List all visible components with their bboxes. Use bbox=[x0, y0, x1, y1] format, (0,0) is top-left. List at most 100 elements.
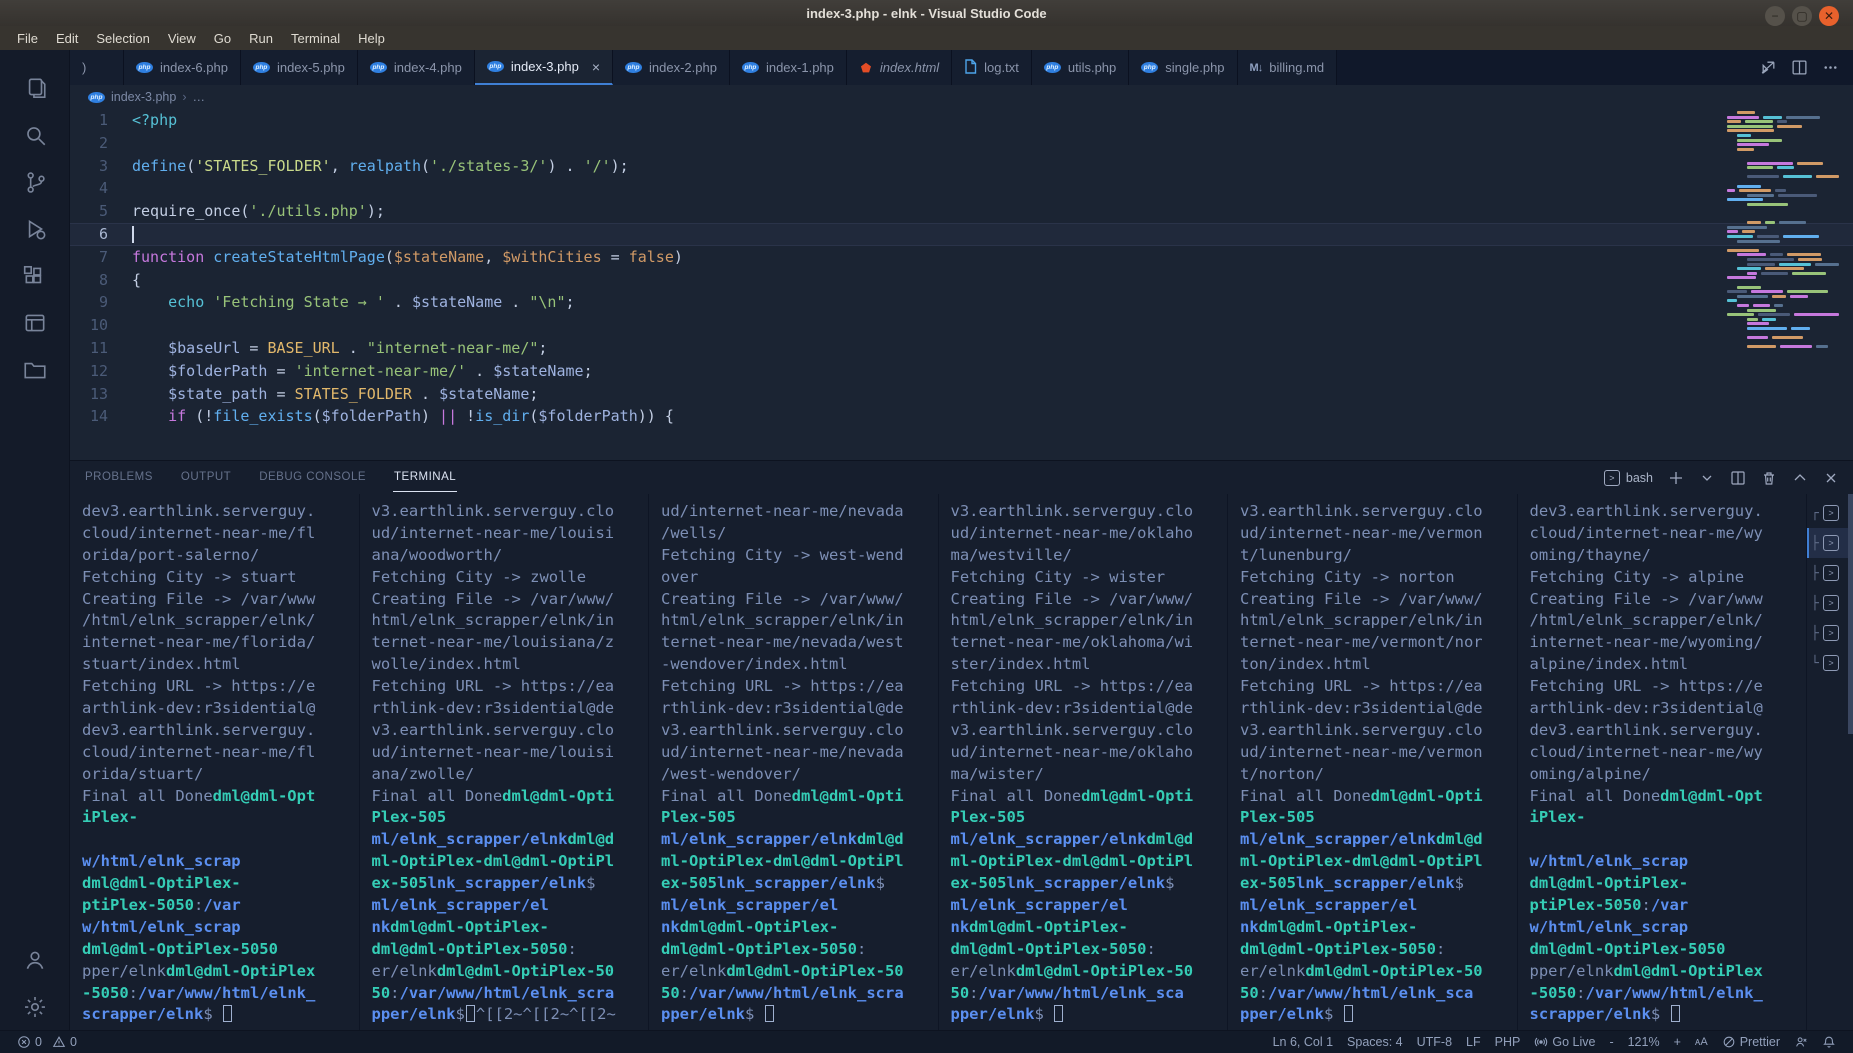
terminal-pane-4[interactable]: v3.earthlink.serverguy.cloud/internet-ne… bbox=[939, 494, 1229, 1030]
window-title: index-3.php - elnk - Visual Studio Code bbox=[806, 6, 1046, 21]
terminal-pane-3[interactable]: ud/internet-near-me/nevada/wells/Fetchin… bbox=[649, 494, 939, 1030]
problems-status[interactable]: 0 0 bbox=[10, 1031, 84, 1053]
minimize-button[interactable]: − bbox=[1765, 6, 1785, 26]
panel-header: PROBLEMS OUTPUT DEBUG CONSOLE TERMINAL > ba… bbox=[70, 461, 1853, 494]
tab-single.php[interactable]: phpsingle.php bbox=[1129, 50, 1237, 85]
status-feedback[interactable] bbox=[1787, 1035, 1815, 1049]
tab-index-6.php[interactable]: phpindex-6.php bbox=[124, 50, 241, 85]
panel-tab-debug-console[interactable]: DEBUG CONSOLE bbox=[258, 463, 367, 492]
tab-utils.php[interactable]: phputils.php bbox=[1032, 50, 1129, 85]
close-tab-icon[interactable]: × bbox=[592, 59, 600, 75]
account-icon[interactable] bbox=[12, 936, 58, 983]
text-cursor bbox=[132, 226, 134, 243]
new-terminal-icon[interactable] bbox=[1668, 470, 1684, 486]
tab-index.html[interactable]: ⬟index.html bbox=[847, 50, 952, 85]
menu-terminal[interactable]: Terminal bbox=[282, 28, 349, 49]
code-line-11: 11 $baseUrl = BASE_URL . "internet-near-… bbox=[70, 337, 1853, 360]
terminal-session-1[interactable]: ┌> bbox=[1807, 498, 1853, 528]
status-language-mode[interactable]: PHP bbox=[1488, 1035, 1528, 1049]
minimap[interactable] bbox=[1727, 111, 1839, 350]
terminal-session-6[interactable]: └> bbox=[1807, 648, 1853, 678]
status-cursor-position[interactable]: Ln 6, Col 1 bbox=[1266, 1035, 1340, 1049]
status-go-live[interactable]: Go Live bbox=[1527, 1035, 1602, 1049]
terminal-session-2[interactable]: ├> bbox=[1807, 528, 1853, 558]
php-icon: php bbox=[742, 62, 759, 73]
code-editor[interactable]: 1<?php23define('STATES_FOLDER', realpath… bbox=[70, 109, 1853, 460]
tab-index-4.php[interactable]: phpindex-4.php bbox=[358, 50, 475, 85]
menu-file[interactable]: File bbox=[8, 28, 47, 49]
terminal-shell-selector[interactable]: > bash bbox=[1604, 470, 1653, 486]
panel-tab-terminal[interactable]: TERMINAL bbox=[393, 463, 457, 492]
project-folder-icon[interactable] bbox=[12, 346, 58, 393]
menu-run[interactable]: Run bbox=[240, 28, 282, 49]
menubar: FileEditSelectionViewGoRunTerminalHelp bbox=[0, 26, 1853, 50]
terminal-pane-6[interactable]: dev3.earthlink.serverguy.cloud/internet-… bbox=[1518, 494, 1808, 1030]
terminal-cursor bbox=[1054, 1005, 1063, 1022]
tab-index-1.php[interactable]: phpindex-1.php bbox=[730, 50, 847, 85]
close-button[interactable]: ✕ bbox=[1819, 6, 1839, 26]
status-encoding[interactable]: UTF-8 bbox=[1410, 1035, 1459, 1049]
split-editor-icon[interactable] bbox=[1791, 59, 1808, 76]
live-server-icon[interactable] bbox=[12, 299, 58, 346]
breadcrumb-more[interactable]: … bbox=[193, 90, 206, 104]
php-icon: php bbox=[253, 62, 270, 73]
tab-log.txt[interactable]: log.txt bbox=[952, 50, 1032, 85]
maximize-button[interactable]: ▢ bbox=[1792, 6, 1812, 26]
terminal-icon: > bbox=[1823, 505, 1839, 521]
terminal-cursor bbox=[223, 1005, 232, 1022]
menu-view[interactable]: View bbox=[159, 28, 205, 49]
error-icon bbox=[17, 1035, 31, 1049]
code-line-12: 12 $folderPath = 'internet-near-me/' . $… bbox=[70, 360, 1853, 383]
tab-[interactable]: ) bbox=[70, 50, 124, 85]
terminal-session-5[interactable]: ├> bbox=[1807, 618, 1853, 648]
status-indentation[interactable]: Spaces: 4 bbox=[1340, 1035, 1410, 1049]
terminal-cursor bbox=[765, 1005, 774, 1022]
menu-edit[interactable]: Edit bbox=[47, 28, 87, 49]
tab-index-2.php[interactable]: phpindex-2.php bbox=[613, 50, 730, 85]
status-zoom-out[interactable]: - bbox=[1602, 1035, 1620, 1049]
font-size-icon: ᴀA bbox=[1695, 1036, 1708, 1048]
terminal-pane-1[interactable]: dev3.earthlink.serverguy.cloud/internet-… bbox=[70, 494, 360, 1030]
code-line-5: 5require_once('./utils.php'); bbox=[70, 200, 1853, 223]
menu-help[interactable]: Help bbox=[349, 28, 394, 49]
terminal-icon: > bbox=[1823, 565, 1839, 581]
maximize-panel-icon[interactable] bbox=[1792, 470, 1808, 486]
kill-terminal-icon[interactable] bbox=[1761, 470, 1777, 486]
status-prettier[interactable]: Prettier bbox=[1715, 1035, 1787, 1049]
close-panel-icon[interactable] bbox=[1823, 470, 1839, 486]
notifications-bell-icon bbox=[1822, 1035, 1836, 1049]
panel-tab-output[interactable]: OUTPUT bbox=[180, 463, 232, 492]
explorer-icon[interactable] bbox=[12, 64, 58, 111]
search-icon[interactable] bbox=[12, 111, 58, 158]
terminal-pane-2[interactable]: v3.earthlink.serverguy.cloud/internet-ne… bbox=[360, 494, 650, 1030]
terminal-session-4[interactable]: ├> bbox=[1807, 588, 1853, 618]
menu-go[interactable]: Go bbox=[205, 28, 240, 49]
terminal-cursor bbox=[1671, 1005, 1680, 1022]
source-control-icon[interactable] bbox=[12, 158, 58, 205]
status-zoom-level[interactable]: 121% bbox=[1621, 1035, 1667, 1049]
tab-index-5.php[interactable]: phpindex-5.php bbox=[241, 50, 358, 85]
code-line-13: 13 $state_path = STATES_FOLDER . $stateN… bbox=[70, 383, 1853, 406]
editor-group: )phpindex-6.phpphpindex-5.phpphpindex-4.… bbox=[70, 50, 1853, 1030]
extensions-icon[interactable] bbox=[12, 252, 58, 299]
status-zoom-in[interactable]: + bbox=[1667, 1035, 1688, 1049]
settings-gear-icon[interactable] bbox=[12, 983, 58, 1030]
breadcrumb-file[interactable]: index-3.php bbox=[111, 90, 176, 104]
status-eol[interactable]: LF bbox=[1459, 1035, 1488, 1049]
tab-billing.md[interactable]: M↓billing.md bbox=[1238, 50, 1338, 85]
status-font-size[interactable]: ᴀA bbox=[1688, 1036, 1715, 1048]
menu-selection[interactable]: Selection bbox=[87, 28, 158, 49]
status-notifications[interactable] bbox=[1815, 1035, 1843, 1049]
breadcrumb[interactable]: php index-3.php › … bbox=[70, 85, 1853, 109]
run-debug-icon[interactable] bbox=[12, 205, 58, 252]
titlebar: index-3.php - elnk - Visual Studio Code … bbox=[0, 0, 1853, 26]
panel-tab-problems[interactable]: PROBLEMS bbox=[84, 463, 154, 492]
more-actions-icon[interactable] bbox=[1822, 59, 1839, 76]
terminal-pane-5[interactable]: v3.earthlink.serverguy.cloud/internet-ne… bbox=[1228, 494, 1518, 1030]
split-terminal-icon[interactable] bbox=[1730, 470, 1746, 486]
tab-index-3.php[interactable]: phpindex-3.php× bbox=[475, 50, 613, 85]
chevron-down-icon[interactable] bbox=[1699, 470, 1715, 486]
terminal-session-3[interactable]: ├> bbox=[1807, 558, 1853, 588]
scrollbar[interactable] bbox=[1848, 494, 1853, 734]
open-preview-icon[interactable] bbox=[1760, 59, 1777, 76]
